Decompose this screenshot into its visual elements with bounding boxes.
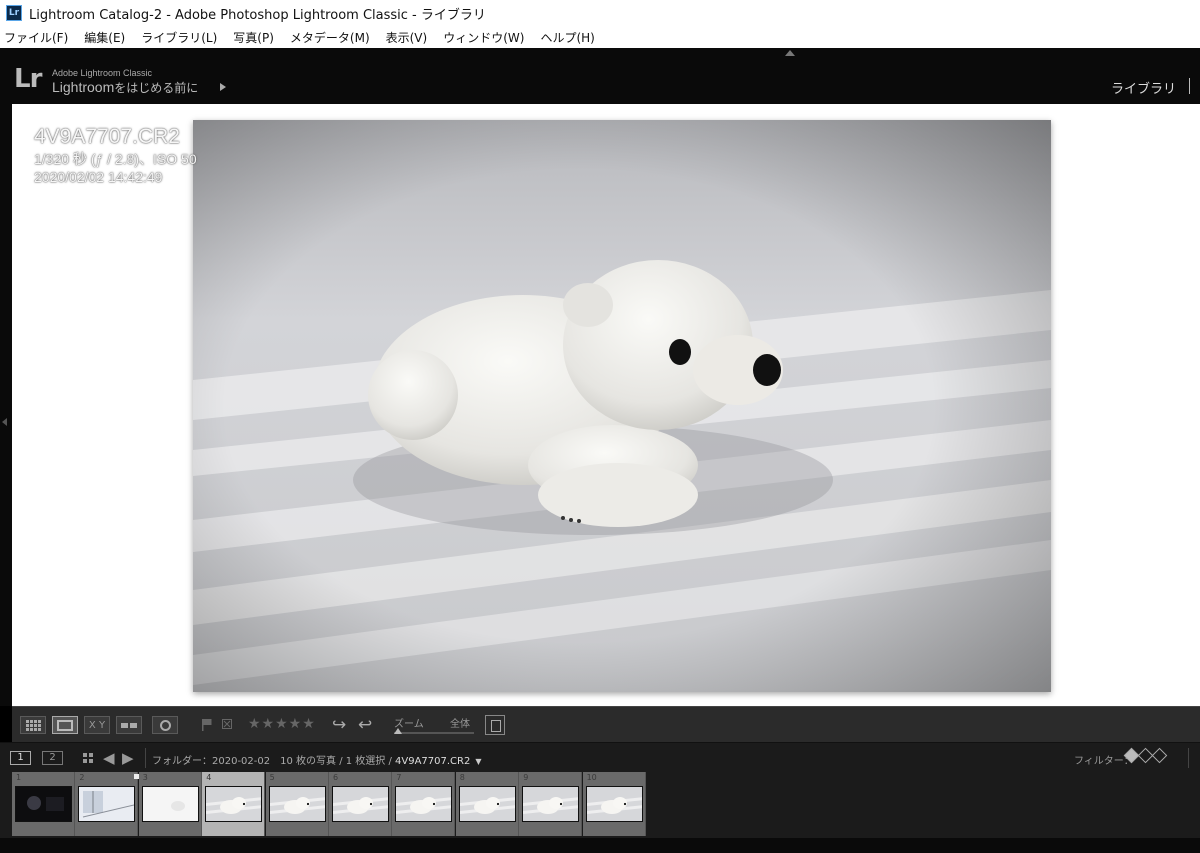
filmstrip-cell[interactable]: 5 xyxy=(265,772,329,836)
crop-overlay-icon[interactable] xyxy=(485,715,505,735)
filmstrip-thumbnail[interactable] xyxy=(78,786,136,822)
left-panel-edge[interactable] xyxy=(0,104,12,706)
grid-icon xyxy=(25,719,41,731)
overlay-exposure: 1/320 秒 (ƒ / 2.8)、ISO 50 xyxy=(34,151,197,167)
left-panel-toggle-icon[interactable] xyxy=(2,418,7,426)
rotate-right-icon[interactable]: ↩ xyxy=(358,715,372,735)
source-path[interactable]: フォルダー：2020-02-02 10 枚の写真 / 1 枚選択 / 4V9A7… xyxy=(152,752,482,767)
reject-flag-icon[interactable] xyxy=(222,719,232,731)
star-rating[interactable]: ★★★★★ xyxy=(248,716,316,732)
menu-window[interactable]: ウィンドウ(W) xyxy=(441,29,526,46)
top-panel-toggle-icon[interactable] xyxy=(785,50,795,56)
filter-flags[interactable] xyxy=(1123,747,1168,764)
grid-view-button[interactable] xyxy=(20,716,46,734)
filmstrip-cell-number: 2 xyxy=(79,773,85,782)
chevron-down-icon[interactable]: ▼ xyxy=(475,757,481,766)
pick-flag-icon[interactable] xyxy=(202,719,212,731)
filmstrip-thumbnail[interactable] xyxy=(585,786,643,822)
back-arrow-icon[interactable]: ◀ xyxy=(103,749,115,767)
main-screen-button[interactable]: 1 xyxy=(10,751,31,765)
module-library[interactable]: ライブラリ xyxy=(1111,78,1176,97)
filmstrip-cell[interactable]: 8 xyxy=(455,772,519,836)
filmstrip-thumbnail[interactable] xyxy=(15,786,72,822)
face-icon xyxy=(159,719,171,731)
filmstrip-cell-number: 7 xyxy=(396,773,402,782)
survey-view-button[interactable] xyxy=(116,716,142,734)
menu-help[interactable]: ヘルプ(H) xyxy=(538,29,596,46)
secondary-screen-button[interactable]: 2 xyxy=(42,751,63,765)
identity-plate-panel: Lr Adobe Lightroom Classic Lightroomをはじめ… xyxy=(0,48,1200,104)
filmstrip-cell[interactable]: 1 xyxy=(12,772,75,836)
filmstrip-cell[interactable]: 9 xyxy=(519,772,583,836)
filmstrip-cell-number: 6 xyxy=(333,773,339,782)
photo-info-overlay: 4V9A7707.CR2 1/320 秒 (ƒ / 2.8)、ISO 50 20… xyxy=(34,124,197,186)
brand-name: Adobe Lightroom Classic xyxy=(52,68,153,78)
nav-separator xyxy=(145,748,146,768)
menu-file[interactable]: ファイル(F) xyxy=(2,29,70,46)
module-separator xyxy=(1189,78,1190,94)
filmstrip-cell[interactable]: 10 xyxy=(582,772,646,836)
forward-arrow-icon[interactable]: ▶ xyxy=(122,749,134,767)
menu-metadata[interactable]: メタデータ(M) xyxy=(288,29,372,46)
rotate-left-icon[interactable]: ↪ xyxy=(332,715,346,735)
window-titlebar: Lr Lightroom Catalog-2 - Adobe Photoshop… xyxy=(0,0,1200,26)
filmstrip-thumbnail[interactable] xyxy=(141,786,199,822)
overlay-filename: 4V9A7707.CR2 xyxy=(34,125,180,148)
filmstrip-thumbnail[interactable] xyxy=(332,786,389,822)
grid-nav-icon[interactable] xyxy=(83,753,93,763)
library-toolbar: X Y ★★★★★ ↪ ↩ ズーム 全体 xyxy=(12,706,1200,742)
tagline-suffix: をはじめる前に xyxy=(114,81,199,95)
filmstrip-cell[interactable]: 7 xyxy=(392,772,456,836)
zoom-slider-handle[interactable] xyxy=(394,728,402,734)
source-filename: 4V9A7707.CR2 xyxy=(395,756,471,767)
filmstrip-thumbnail[interactable] xyxy=(205,786,263,822)
bottom-panel-edge xyxy=(0,838,1200,853)
overlay-datetime: 2020/02/02 14:42:49 xyxy=(34,169,163,185)
filmstrip-cell[interactable]: 2 xyxy=(75,772,139,836)
filmstrip-thumbnail[interactable] xyxy=(268,786,326,822)
lightroom-app-icon: Lr xyxy=(6,5,22,21)
menu-view[interactable]: 表示(V) xyxy=(384,29,430,46)
filmstrip-cell[interactable]: 6 xyxy=(329,772,392,836)
compare-view-button[interactable]: X Y xyxy=(84,716,110,734)
menu-edit[interactable]: 編集(E) xyxy=(82,29,127,46)
menu-library[interactable]: ライブラリ(L) xyxy=(139,29,219,46)
filmstrip-thumbnail[interactable] xyxy=(458,786,516,822)
filmstrip-cell-number: 8 xyxy=(459,773,465,782)
filmstrip-cell-number: 10 xyxy=(586,773,597,782)
filmstrip-cell[interactable]: 4 xyxy=(202,772,266,836)
lightroom-logo: Lr xyxy=(14,64,42,94)
zoom-slider[interactable] xyxy=(394,732,474,734)
menu-bar: ファイル(F) 編集(E) ライブラリ(L) 写真(P) メタデータ(M) 表示… xyxy=(0,26,1200,48)
play-icon[interactable] xyxy=(220,83,226,91)
window-title: Lightroom Catalog-2 - Adobe Photoshop Li… xyxy=(29,7,486,23)
getting-started-link[interactable]: Lightroomをはじめる前に xyxy=(52,79,198,96)
filmstrip-cell-number: 9 xyxy=(523,773,529,782)
filmstrip-cell[interactable]: 3 xyxy=(133,772,202,836)
nav-separator xyxy=(1188,748,1189,768)
filmstrip-cell-number: 4 xyxy=(206,773,212,782)
filmstrip-cell-number: 1 xyxy=(16,773,22,782)
metadata-badge-icon xyxy=(133,774,139,779)
filmstrip-thumbnail[interactable] xyxy=(395,786,453,822)
filmstrip-thumbnail[interactable] xyxy=(522,786,580,822)
main-photo[interactable] xyxy=(193,120,1051,692)
filmstrip-nav-bar: 1 2 ◀ ▶ フォルダー：2020-02-02 10 枚の写真 / 1 枚選択… xyxy=(0,742,1200,772)
people-view-button[interactable] xyxy=(152,716,178,734)
menu-photo[interactable]: 写真(P) xyxy=(231,29,276,46)
loupe-icon xyxy=(57,719,73,731)
tagline-prefix: Lightroom xyxy=(52,79,115,95)
filmstrip: 1 2 3 4 5 6 7 8 9 10 xyxy=(0,772,1200,838)
filmstrip-cell-number: 5 xyxy=(269,773,275,782)
zoom-value: 全体 xyxy=(450,719,470,730)
survey-icon xyxy=(121,722,137,728)
source-path-text: フォルダー：2020-02-02 10 枚の写真 / 1 枚選択 / xyxy=(152,756,396,767)
filter-rejected-icon[interactable] xyxy=(1151,747,1168,764)
filmstrip-cell-number: 3 xyxy=(142,773,148,782)
loupe-view-button[interactable] xyxy=(52,716,78,734)
